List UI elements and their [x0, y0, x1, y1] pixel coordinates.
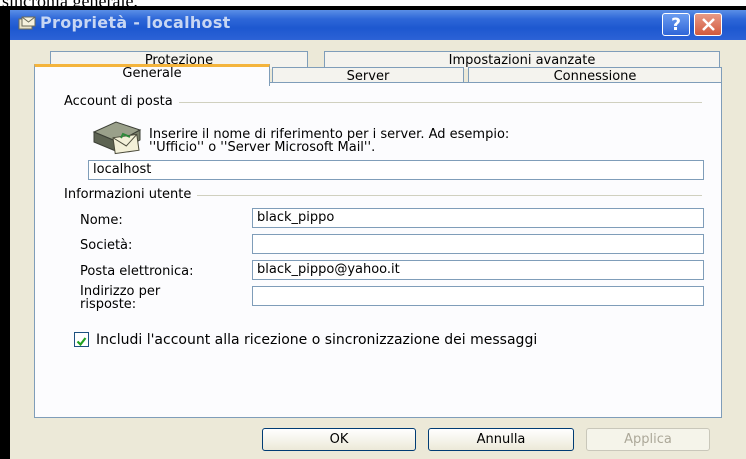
- mail-account-group-label: Account di posta: [64, 94, 179, 109]
- checkmark-icon: [76, 337, 87, 347]
- ok-button[interactable]: OK: [262, 428, 416, 451]
- tab-generale[interactable]: Generale: [34, 64, 270, 86]
- tab-label: Generale: [122, 66, 182, 81]
- tab-connessione[interactable]: Connessione: [468, 67, 722, 84]
- help-button[interactable]: ?: [662, 13, 690, 36]
- tab-server[interactable]: Server: [272, 67, 464, 84]
- reply-address-input[interactable]: [252, 286, 704, 306]
- reply-address-label-line-2: risposte:: [80, 297, 137, 312]
- title-bar[interactable]: Proprietà - localhost ?: [10, 10, 746, 40]
- reply-address-label: Indirizzo per risposte:: [80, 285, 160, 311]
- tab-label: Impostazioni avanzate: [448, 53, 596, 68]
- account-properties-icon: [18, 16, 36, 32]
- include-account-label[interactable]: Includi l'account alla ricezione o sincr…: [96, 332, 537, 348]
- user-info-group-label: Informazioni utente: [64, 187, 198, 202]
- email-input[interactable]: black_pippo@yahoo.it: [252, 260, 704, 280]
- apply-button[interactable]: Applica: [586, 428, 710, 451]
- mail-account-icon: [88, 116, 146, 160]
- include-account-checkbox[interactable]: [74, 332, 89, 347]
- name-label: Nome:: [80, 213, 123, 228]
- company-label: Società:: [80, 238, 133, 253]
- cancel-button[interactable]: Annulla: [428, 428, 574, 451]
- close-icon: [702, 18, 715, 31]
- properties-dialog: Proprietà - localhost ? Protezione Impos…: [10, 10, 746, 459]
- close-button[interactable]: [694, 13, 722, 36]
- account-name-input[interactable]: localhost: [88, 160, 704, 180]
- window-title: Proprietà - localhost: [40, 13, 231, 32]
- mail-account-description: Inserire il nome di riferimento per i se…: [149, 128, 689, 154]
- company-input[interactable]: [252, 234, 704, 254]
- description-line-2: ''Ufficio'' o ''Server Microsoft Mail''.: [149, 140, 376, 155]
- email-label: Posta elettronica:: [80, 264, 194, 279]
- name-input[interactable]: black_pippo: [252, 208, 704, 228]
